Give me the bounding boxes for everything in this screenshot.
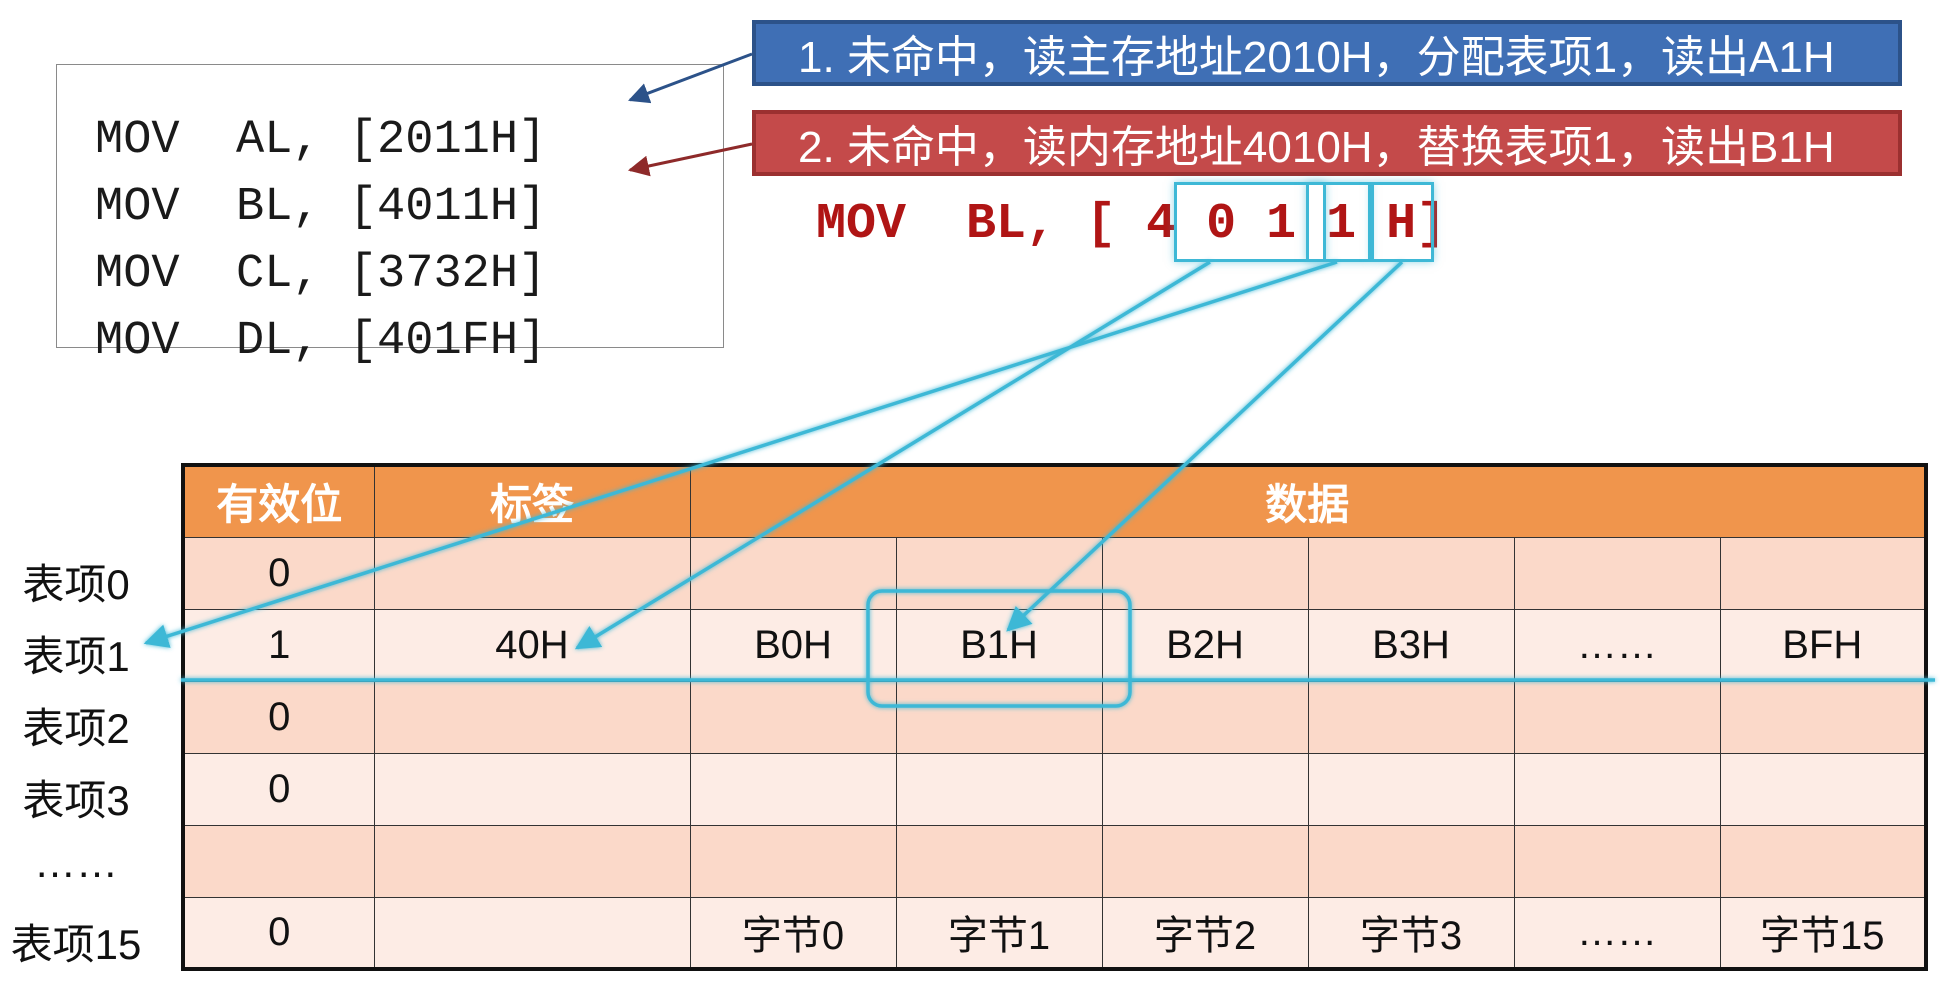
callout-miss-1: 1. 未命中，读主存地址2010H，分配表项1，读出A1H: [752, 20, 1902, 86]
data-cell: B3H: [1307, 608, 1515, 682]
valid-cell: 0: [182, 896, 375, 970]
data-cell: [1101, 752, 1309, 826]
table-row: 0: [182, 752, 1927, 826]
offset-field-box: [1371, 182, 1434, 262]
row-label: ……: [34, 839, 118, 886]
data-cell: B1H: [895, 608, 1103, 682]
data-cell: [689, 752, 897, 826]
data-cell: [689, 824, 897, 898]
table-row: 1 40H B0H B1H B2H B3H …… BFH: [182, 608, 1927, 682]
data-cell: [1513, 536, 1721, 610]
data-cell: [1513, 824, 1721, 898]
data-cell: ……: [1513, 608, 1721, 682]
row-label: 表项0: [22, 561, 130, 608]
index-field-box: [1306, 182, 1371, 262]
data-cell: [895, 680, 1103, 754]
data-cell: [689, 536, 897, 610]
tag-cell: [373, 752, 691, 826]
header-valid: 有效位: [182, 464, 375, 538]
table-row: 0: [182, 536, 1927, 610]
data-cell: [1101, 536, 1309, 610]
table-row: 0: [182, 680, 1927, 754]
data-cell: [1101, 824, 1309, 898]
row-label: 表项3: [22, 777, 130, 824]
tag-cell: [373, 824, 691, 898]
data-cell: [1719, 752, 1927, 826]
tag-cell: [373, 536, 691, 610]
valid-cell: 0: [182, 536, 375, 610]
data-cell: 字节2: [1101, 896, 1309, 970]
data-cell: 字节3: [1307, 896, 1515, 970]
code-listing: MOV AL, [2011H] MOV BL, [4011H] MOV CL, …: [56, 64, 724, 368]
tag-cell: [373, 680, 691, 754]
header-data: 数据: [689, 464, 1927, 538]
valid-cell: 0: [182, 752, 375, 826]
data-cell: 字节0: [689, 896, 897, 970]
tag-field-box: [1174, 182, 1326, 262]
data-cell: [1307, 752, 1515, 826]
data-cell: [1719, 680, 1927, 754]
data-cell: [689, 680, 897, 754]
row-label: 表项2: [22, 705, 130, 752]
code-line: MOV BL, [4011H]: [95, 181, 547, 234]
data-cell: 字节15: [1719, 896, 1927, 970]
data-cell: [1101, 680, 1309, 754]
code-line: MOV DL, [401FH]: [95, 315, 547, 368]
data-cell: B0H: [689, 608, 897, 682]
data-cell: [895, 752, 1103, 826]
valid-cell: [182, 824, 375, 898]
data-cell: [1513, 752, 1721, 826]
data-cell: [1719, 536, 1927, 610]
data-cell: BFH: [1719, 608, 1927, 682]
valid-cell: 1: [182, 608, 375, 682]
data-cell: [1719, 824, 1927, 898]
data-cell: ……: [1513, 896, 1721, 970]
data-cell: [1307, 536, 1515, 610]
table-row: [182, 824, 1927, 898]
data-cell: 字节1: [895, 896, 1103, 970]
row-label: 表项15: [10, 921, 142, 968]
tag-cell: [373, 896, 691, 970]
table-row: 0 字节0 字节1 字节2 字节3 …… 字节15: [182, 896, 1927, 970]
callout-miss-2: 2. 未命中，读内存地址4010H，替换表项1，读出B1H: [752, 110, 1902, 176]
code-line: MOV AL, [2011H]: [95, 114, 547, 167]
header-tag: 标签: [373, 464, 691, 538]
row-label: 表项1: [22, 633, 130, 680]
tag-cell: 40H: [373, 608, 691, 682]
valid-cell: 0: [182, 680, 375, 754]
data-cell: B2H: [1101, 608, 1309, 682]
data-cell: [1307, 680, 1515, 754]
data-cell: [1307, 824, 1515, 898]
data-cell: [895, 536, 1103, 610]
data-cell: [895, 824, 1103, 898]
cache-table: 有效位 标签 数据 0 1 40H B0H B1H B2H B3H …… BFH…: [181, 463, 1928, 971]
code-line: MOV CL, [3732H]: [95, 248, 547, 301]
data-cell: [1513, 680, 1721, 754]
instruction-prefix: MOV BL, [: [816, 196, 1117, 253]
